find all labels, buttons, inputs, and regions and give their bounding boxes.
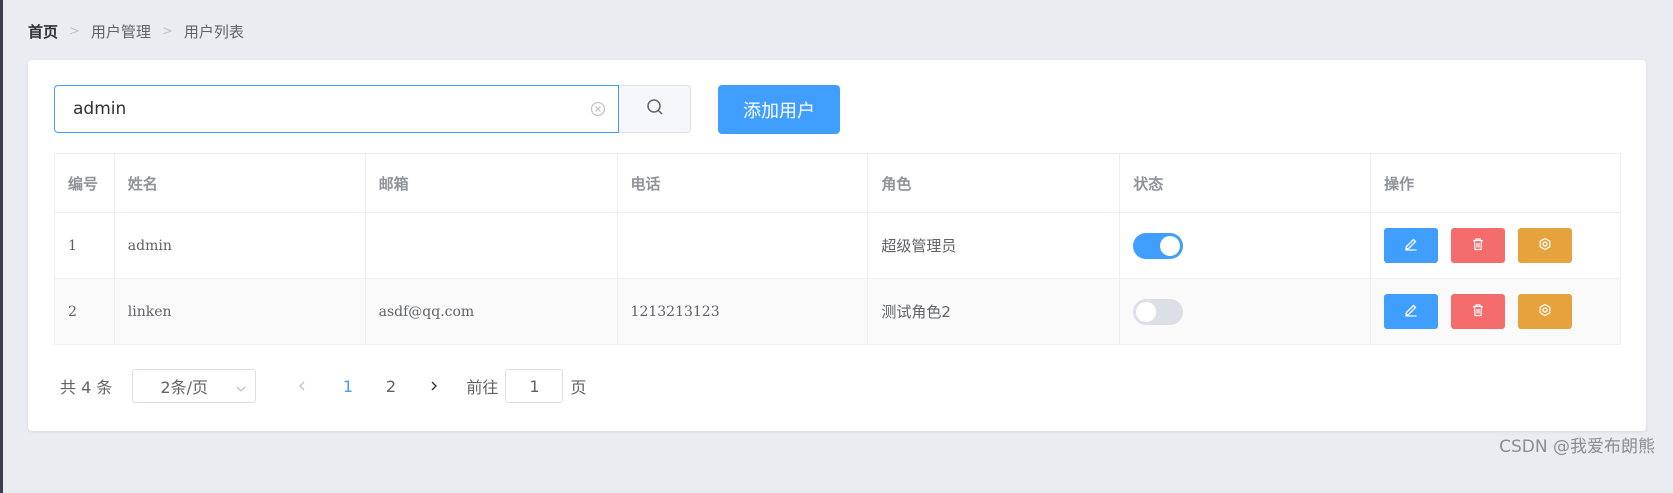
toggle-knob (1160, 235, 1181, 256)
gear-icon (1538, 303, 1552, 321)
cell-index: 2 (54, 278, 115, 345)
table-header-row: 编号 姓名 邮箱 电话 角色 状态 操作 (54, 153, 1621, 213)
page-size-value: 2条/页 (160, 378, 208, 397)
trash-icon (1471, 237, 1485, 255)
chevron-left-icon (296, 377, 308, 396)
toggle-knob (1136, 301, 1157, 322)
add-user-button[interactable]: 添加用户 (718, 85, 840, 134)
cell-status (1119, 212, 1372, 279)
user-table: 编号 姓名 邮箱 电话 角色 状态 操作 1 admin 超级管理员 2 lin… (54, 153, 1621, 345)
table-row: 2 linken asdf@qq.com 1213213123 测试角色2 (54, 278, 1621, 345)
column-header-role: 角色 (867, 153, 1121, 213)
delete-button[interactable] (1451, 294, 1506, 329)
column-header-name: 姓名 (113, 153, 366, 213)
column-header-index: 编号 (54, 153, 115, 213)
trash-icon (1471, 303, 1485, 321)
cell-role: 超级管理员 (867, 212, 1121, 279)
status-toggle[interactable] (1133, 232, 1184, 259)
search-input-value: admin (73, 99, 127, 119)
delete-button[interactable] (1451, 228, 1506, 263)
pencil-icon (1404, 237, 1418, 255)
total-prefix: 共 (60, 378, 77, 397)
chevron-down-icon (235, 380, 247, 399)
cell-index: 1 (54, 212, 115, 279)
status-toggle[interactable] (1133, 298, 1184, 325)
table-row: 1 admin 超级管理员 (54, 212, 1621, 279)
settings-button[interactable] (1518, 294, 1573, 329)
goto-prefix: 前往 (466, 378, 499, 397)
column-header-email: 邮箱 (364, 153, 618, 213)
total-count: 4 (81, 378, 92, 397)
column-header-status: 状态 (1119, 153, 1372, 213)
search-input[interactable]: admin (54, 85, 619, 133)
goto-page-value: 1 (529, 376, 540, 396)
cell-email: asdf@qq.com (364, 278, 618, 345)
goto-page-input[interactable]: 1 (505, 369, 564, 403)
page-number[interactable]: 2 (369, 377, 412, 396)
prev-page-button[interactable] (284, 368, 320, 404)
chevron-right-icon (428, 377, 440, 396)
cell-phone: 1213213123 (616, 278, 869, 345)
pagination-total: 共 4 条 (60, 374, 112, 398)
pagination: 共 4 条 2条/页 1 2 前往 1 页 (60, 368, 586, 404)
pencil-icon (1404, 303, 1418, 321)
user-list-card: admin 添加用户 编号 姓名 邮箱 电话 角色 状态 操作 1 admin … (28, 60, 1646, 431)
gear-icon (1538, 237, 1552, 255)
cell-actions (1370, 212, 1621, 279)
cell-role: 测试角色2 (867, 278, 1121, 345)
cell-name: linken (113, 278, 366, 345)
column-header-phone: 电话 (616, 153, 869, 213)
cell-email (364, 212, 618, 279)
left-window-edge (0, 0, 3, 493)
breadcrumb-home[interactable]: 首页 (28, 21, 58, 42)
column-header-actions: 操作 (1370, 153, 1621, 213)
cell-name: admin (113, 212, 366, 279)
breadcrumb-user-list: 用户列表 (183, 23, 244, 41)
page-number[interactable]: 1 (326, 377, 369, 396)
watermark: CSDN @我爱布朗熊 (1499, 437, 1655, 457)
settings-button[interactable] (1518, 228, 1573, 263)
cell-phone (616, 212, 869, 279)
breadcrumb-separator-icon: > (161, 24, 173, 39)
search-icon (646, 98, 664, 120)
breadcrumb-user-management: 用户管理 (90, 23, 151, 41)
edit-button[interactable] (1384, 294, 1439, 329)
cell-actions (1370, 278, 1621, 345)
breadcrumb-separator-icon: > (69, 24, 80, 39)
circle-x-icon[interactable] (590, 101, 606, 117)
breadcrumb: 首页 > 用户管理 > 用户列表 (28, 21, 244, 42)
next-page-button[interactable] (416, 368, 452, 404)
total-suffix: 条 (96, 378, 113, 397)
page-size-select[interactable]: 2条/页 (132, 369, 257, 403)
goto-suffix: 页 (570, 378, 587, 397)
search-button[interactable] (619, 85, 691, 133)
cell-status (1119, 278, 1372, 345)
edit-button[interactable] (1384, 228, 1439, 263)
